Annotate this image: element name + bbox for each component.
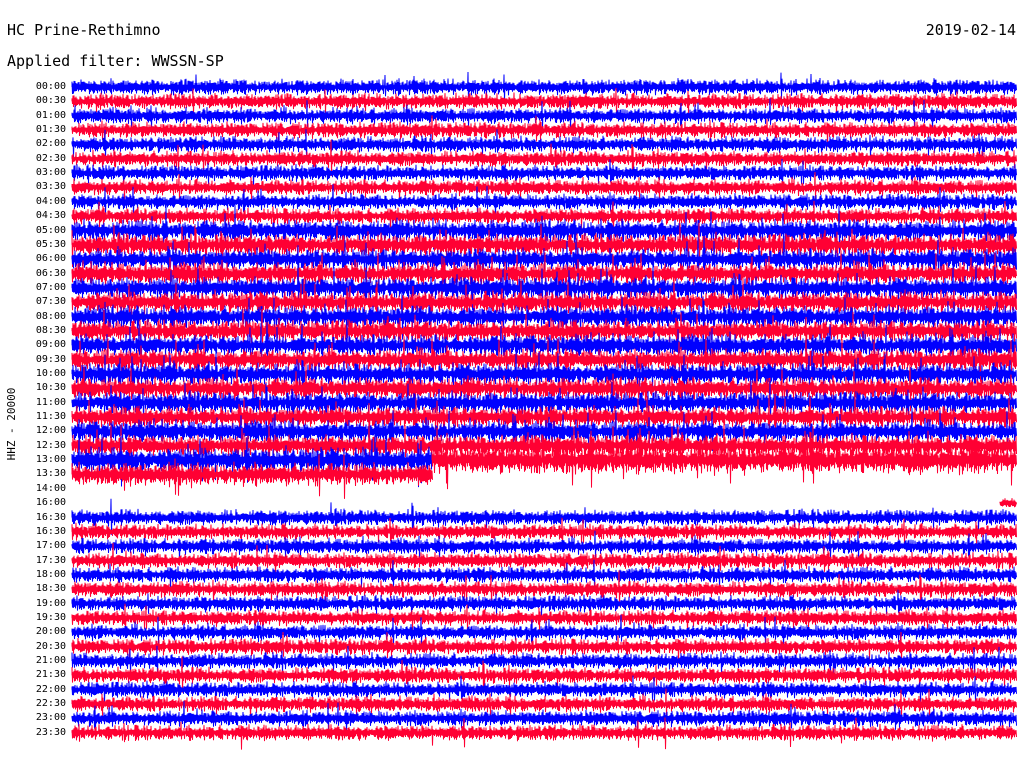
seismogram-plot (71, 71, 1017, 750)
trace-row-restart (999, 498, 1017, 508)
